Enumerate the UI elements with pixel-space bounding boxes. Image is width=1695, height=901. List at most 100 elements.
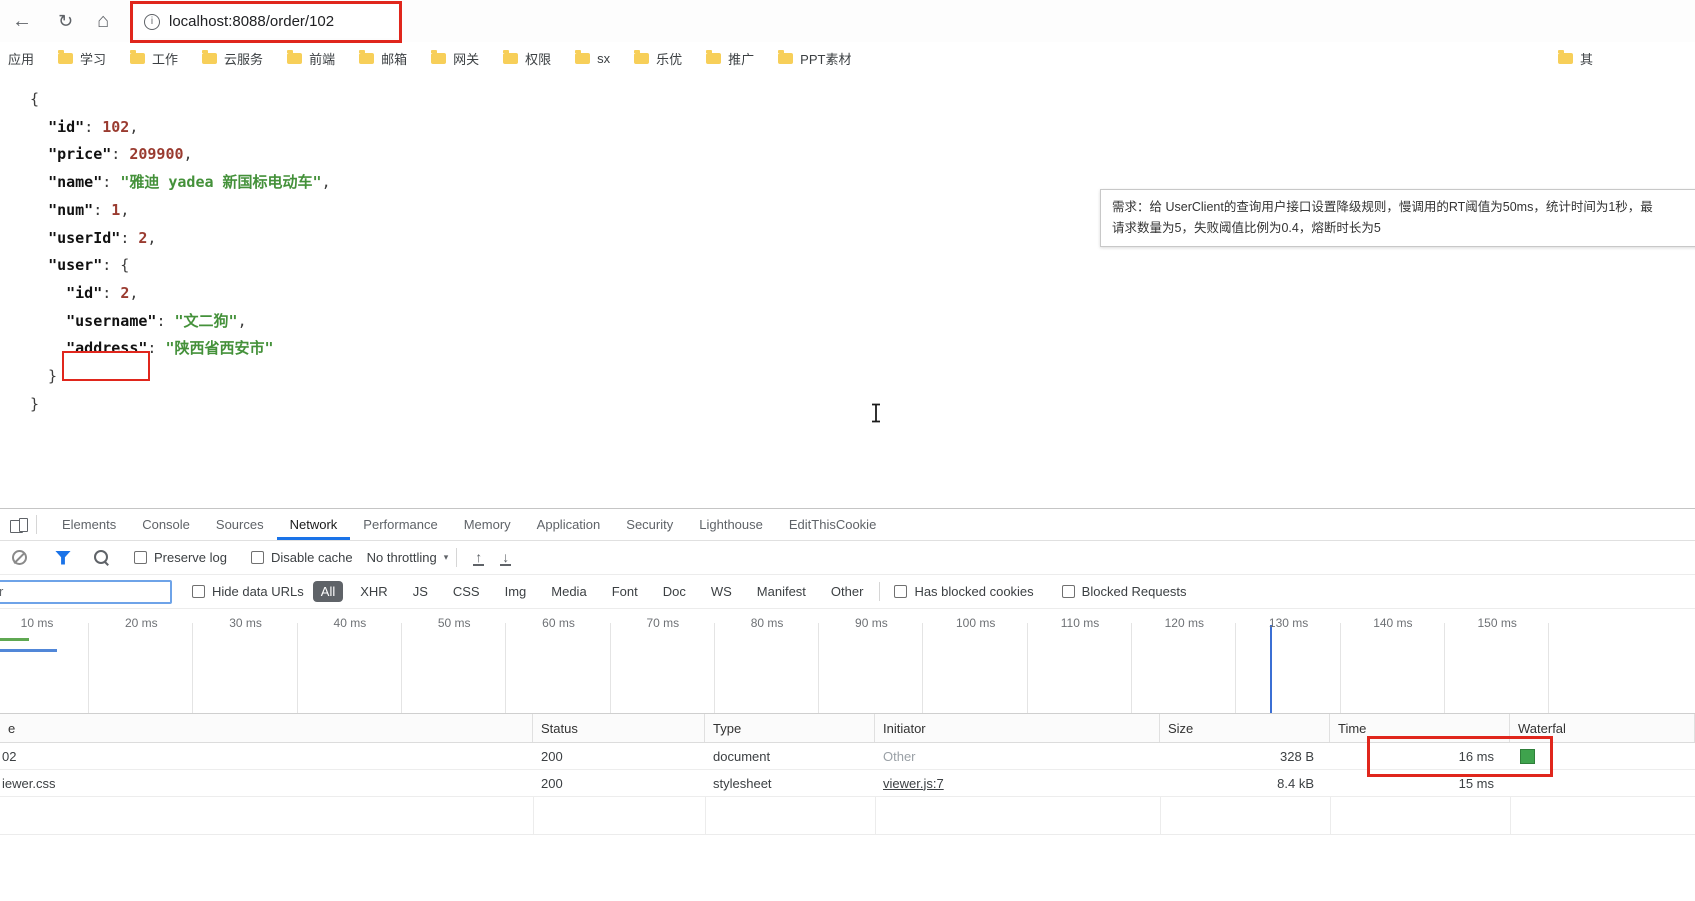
resource-type-pill[interactable]: Img <box>497 581 535 602</box>
blocked-requests-checkbox[interactable] <box>1062 585 1075 598</box>
request-time: 15 ms <box>1330 776 1510 791</box>
column-header[interactable]: Size <box>1160 714 1330 742</box>
export-har-icon[interactable]: ↓ <box>500 550 511 566</box>
column-header[interactable]: Initiator <box>875 714 1160 742</box>
resource-type-pill[interactable]: Other <box>823 581 872 602</box>
import-har-icon[interactable]: ↑ <box>473 550 484 566</box>
bookmark-overflow[interactable]: 其 <box>1558 42 1593 75</box>
preserve-log-control: Preserve log <box>134 550 227 565</box>
timeline-tick-label: 120 ms <box>1132 616 1236 630</box>
filter-funnel-icon[interactable] <box>55 551 71 565</box>
overview-request-bar <box>0 649 57 652</box>
folder-icon <box>575 53 590 64</box>
bookmark-item[interactable]: 乐优 <box>634 49 682 68</box>
bookmark-item[interactable]: 网关 <box>431 49 479 68</box>
bookmark-label: 其 <box>1580 49 1593 68</box>
devtools-tab[interactable]: Security <box>613 509 686 540</box>
folder-icon <box>778 53 793 64</box>
bookmark-item[interactable]: 云服务 <box>202 49 263 68</box>
throttling-dropdown[interactable]: No throttling ▾ <box>367 550 449 565</box>
separator <box>879 582 880 601</box>
column-header[interactable]: e <box>0 714 533 742</box>
bookmark-item[interactable]: 邮箱 <box>359 49 407 68</box>
resource-type-pill[interactable]: Media <box>543 581 594 602</box>
back-icon[interactable]: ← <box>12 11 32 31</box>
json-line: } <box>30 363 331 391</box>
devtools-tab[interactable]: Performance <box>350 509 450 540</box>
json-line: "userId": 2, <box>30 225 331 253</box>
bookmark-item[interactable]: 权限 <box>503 49 551 68</box>
has-blocked-cookies-checkbox[interactable] <box>894 585 907 598</box>
timeline-tick-label: 50 ms <box>402 616 506 630</box>
requests-table-body: 02 200 document Other 328 B 16 ms iewer.… <box>0 743 1695 797</box>
devtools-tab[interactable]: Console <box>129 509 203 540</box>
timeline-tick-label: 140 ms <box>1341 616 1445 630</box>
column-header[interactable]: Status <box>533 714 705 742</box>
reload-icon[interactable]: ↻ <box>58 12 73 30</box>
resource-type-pill[interactable]: Font <box>604 581 646 602</box>
column-header[interactable]: Waterfal <box>1510 714 1695 742</box>
filter-input[interactable]: r <box>0 580 172 604</box>
bookmark-label: sx <box>597 51 610 66</box>
devtools-tab[interactable]: Sources <box>203 509 277 540</box>
bookmark-item[interactable]: sx <box>575 51 610 66</box>
site-info-icon[interactable]: i <box>144 14 160 30</box>
address-bar[interactable]: i localhost:8088/order/102 <box>134 5 398 38</box>
bookmark-item[interactable]: 推广 <box>706 49 754 68</box>
browser-window: ← ↻ ⌂ i localhost:8088/order/102 应用 学习 工… <box>0 0 1695 901</box>
devtools-tab-bar: Elements Console Sources Network Perform… <box>0 509 1695 541</box>
home-icon[interactable]: ⌂ <box>97 11 109 31</box>
browser-toolbar: ← ↻ ⌂ i localhost:8088/order/102 <box>0 0 1695 42</box>
preserve-log-checkbox[interactable] <box>134 551 147 564</box>
json-line: "num": 1, <box>30 197 331 225</box>
devtools-tab[interactable]: EditThisCookie <box>776 509 889 540</box>
request-initiator[interactable]: viewer.js:7 <box>875 776 1160 791</box>
bookmark-item[interactable]: PPT素材 <box>778 49 851 68</box>
devtools-tab[interactable]: Lighthouse <box>686 509 776 540</box>
column-header[interactable]: Time <box>1330 714 1510 742</box>
bookmark-item[interactable]: 工作 <box>130 49 178 68</box>
folder-icon <box>202 53 217 64</box>
apps-shortcut[interactable]: 应用 <box>8 49 34 68</box>
resource-type-pill[interactable]: XHR <box>352 581 395 602</box>
devtools-tab[interactable]: Memory <box>451 509 524 540</box>
disable-cache-checkbox[interactable] <box>251 551 264 564</box>
request-row[interactable]: iewer.css 200 stylesheet viewer.js:7 8.4… <box>0 770 1695 797</box>
network-overview-timeline[interactable]: 10 ms20 ms30 ms40 ms50 ms60 ms70 ms80 ms… <box>0 609 1695 714</box>
request-row[interactable]: 02 200 document Other 328 B 16 ms <box>0 743 1695 770</box>
devtools-tab[interactable]: Network <box>277 509 351 540</box>
resource-type-pill[interactable]: Doc <box>655 581 694 602</box>
bookmark-item[interactable]: 前端 <box>287 49 335 68</box>
devtools-tab[interactable]: Elements <box>49 509 129 540</box>
disable-cache-control: Disable cache <box>251 550 353 565</box>
hide-data-urls-control: Hide data URLs <box>192 584 304 599</box>
timeline-gridline <box>1548 623 1549 713</box>
resource-type-pill[interactable]: CSS <box>445 581 488 602</box>
resource-type-pill[interactable]: JS <box>405 581 436 602</box>
search-icon[interactable] <box>93 549 110 566</box>
bookmark-label: 权限 <box>525 49 551 68</box>
json-line: "user": { <box>30 252 331 280</box>
timeline-gridline <box>1340 623 1341 713</box>
toggle-device-toolbar-icon[interactable] <box>10 517 28 532</box>
request-initiator[interactable]: Other <box>875 749 1160 764</box>
dom-content-loaded-marker <box>1270 625 1272 713</box>
column-header[interactable]: Type <box>705 714 875 742</box>
throttling-value: No throttling <box>367 550 437 565</box>
devtools-tab[interactable]: Application <box>524 509 614 540</box>
resource-type-pill[interactable]: WS <box>703 581 740 602</box>
column-divider <box>533 797 534 834</box>
clear-requests-icon[interactable] <box>12 550 27 565</box>
timeline-tick-label: 110 ms <box>1028 616 1132 630</box>
hide-data-urls-checkbox[interactable] <box>192 585 205 598</box>
timeline-tick-label: 70 ms <box>611 616 715 630</box>
resource-type-pill[interactable]: All <box>313 581 343 602</box>
timeline-tick-label: 100 ms <box>924 616 1028 630</box>
folder-icon <box>431 53 446 64</box>
column-divider <box>705 797 706 834</box>
resource-type-pill[interactable]: Manifest <box>749 581 814 602</box>
has-blocked-cookies-control: Has blocked cookies <box>894 584 1033 599</box>
json-line: "address": "陕西省西安市" <box>30 335 331 363</box>
chevron-down-icon: ▾ <box>444 552 449 563</box>
bookmark-item[interactable]: 学习 <box>58 49 106 68</box>
